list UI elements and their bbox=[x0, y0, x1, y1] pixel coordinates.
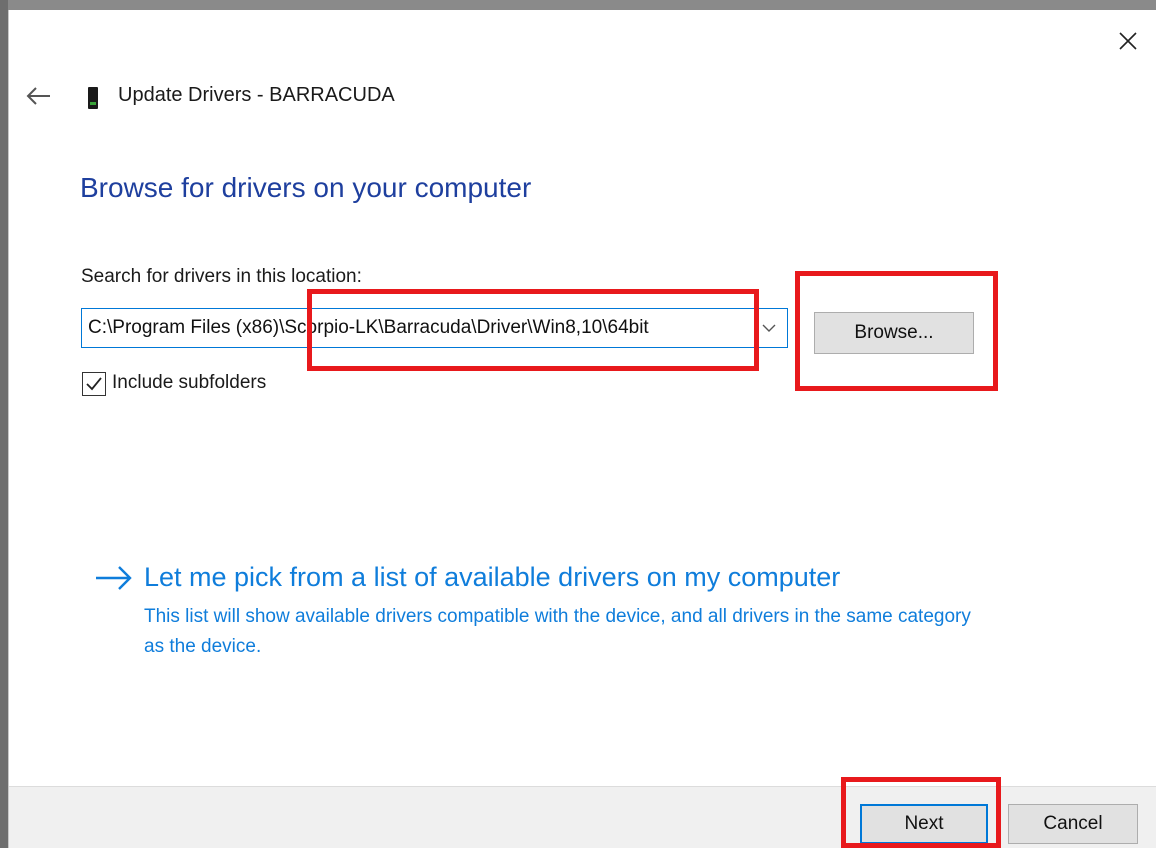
window-title: Update Drivers - BARRACUDA bbox=[118, 84, 395, 106]
arrow-right-icon bbox=[96, 565, 132, 590]
pick-driver-link[interactable]: Let me pick from a list of available dri… bbox=[94, 562, 840, 593]
cancel-button[interactable]: Cancel bbox=[1008, 804, 1138, 844]
pick-driver-description: This list will show available drivers co… bbox=[144, 606, 971, 657]
device-icon bbox=[88, 87, 98, 109]
next-button[interactable]: Next bbox=[860, 804, 988, 844]
window-border-top bbox=[8, 0, 1156, 10]
driver-path-input[interactable]: C:\Program Files (x86)\Scorpio-LK\Barrac… bbox=[88, 317, 752, 339]
driver-path-combobox[interactable]: C:\Program Files (x86)\Scorpio-LK\Barrac… bbox=[81, 308, 788, 348]
back-arrow-icon bbox=[26, 87, 50, 105]
window-border-left bbox=[0, 0, 8, 848]
include-subfolders-checkbox[interactable] bbox=[82, 372, 106, 396]
include-subfolders-label[interactable]: Include subfolders bbox=[112, 372, 266, 394]
page-heading: Browse for drivers on your computer bbox=[80, 172, 532, 203]
path-dropdown-button[interactable] bbox=[751, 309, 787, 347]
pick-driver-link-title[interactable]: Let me pick from a list of available dri… bbox=[144, 562, 840, 593]
close-icon bbox=[1119, 32, 1137, 50]
browse-button[interactable]: Browse... bbox=[814, 312, 974, 354]
back-button[interactable] bbox=[20, 80, 56, 112]
checkmark-icon bbox=[86, 377, 102, 391]
close-button[interactable] bbox=[1110, 24, 1146, 58]
chevron-down-icon bbox=[762, 324, 776, 332]
window-inner-edge bbox=[8, 10, 9, 848]
search-location-label: Search for drivers in this location: bbox=[81, 266, 362, 287]
